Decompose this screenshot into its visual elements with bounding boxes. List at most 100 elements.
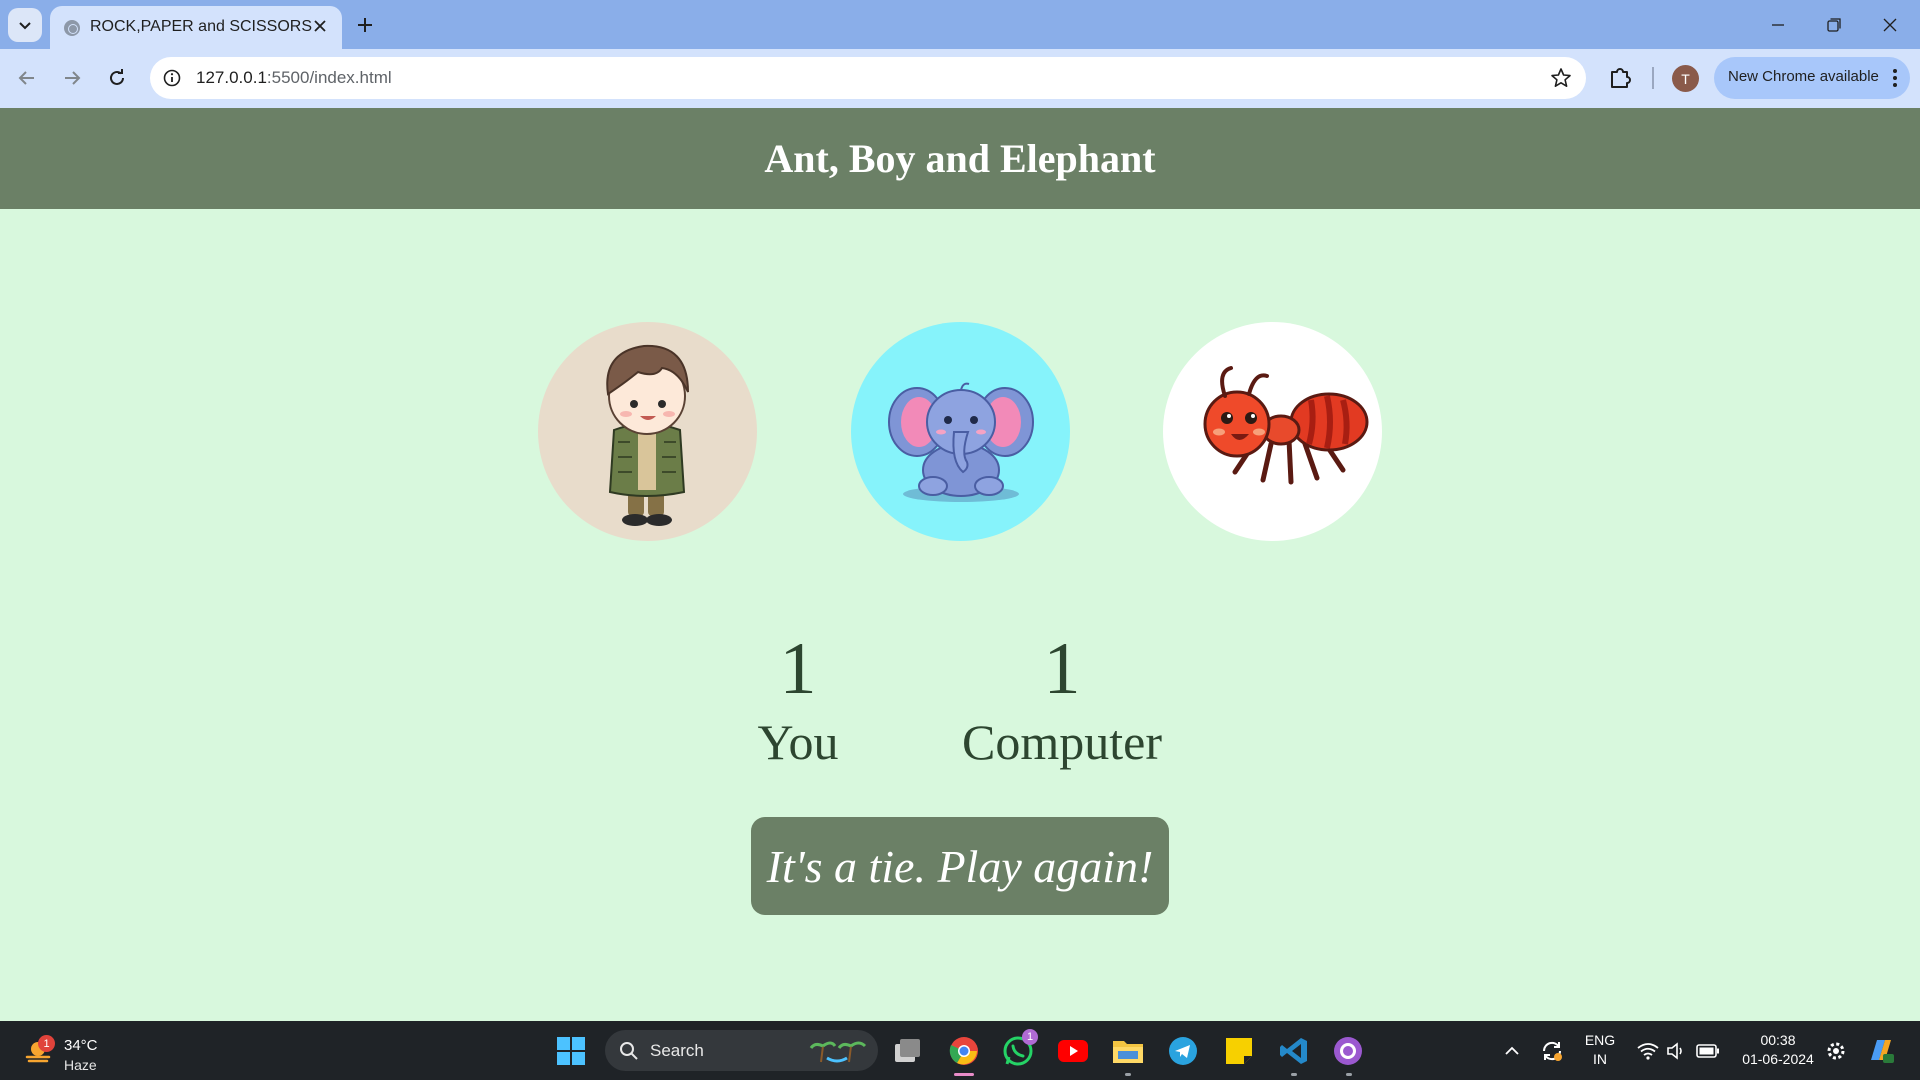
- clock[interactable]: 00:38 01-06-2024: [1736, 1031, 1820, 1069]
- task-view-button[interactable]: [892, 1035, 924, 1067]
- forward-button[interactable]: [55, 61, 89, 95]
- taskbar: 1 34°C Haze Search 1 ENG IN 00:38 01-06-…: [0, 1021, 1920, 1080]
- weather-badge: 1: [38, 1035, 55, 1052]
- language-indicator[interactable]: ENG IN: [1580, 1031, 1620, 1069]
- back-button[interactable]: [10, 61, 44, 95]
- chrome-taskbar-button[interactable]: [948, 1035, 980, 1067]
- copilot-button[interactable]: [1864, 1035, 1896, 1067]
- reload-button[interactable]: [100, 61, 134, 95]
- browser-tab-bar: ROCK,PAPER and SCISSORS: [0, 0, 1920, 49]
- explorer-running-indicator: [1125, 1073, 1131, 1076]
- show-hidden-icons-button[interactable]: [1496, 1035, 1528, 1067]
- close-window-button[interactable]: [1862, 0, 1918, 49]
- palm-trees-icon: [809, 1041, 867, 1063]
- tab-close-button[interactable]: [310, 16, 330, 36]
- windows-logo-icon: [557, 1037, 585, 1065]
- github-running-indicator: [1346, 1073, 1352, 1076]
- battery-tray-button[interactable]: [1692, 1035, 1724, 1067]
- elephant-illustration: [888, 382, 1034, 502]
- arrow-right-icon: [65, 71, 81, 85]
- settings-tray-button[interactable]: [1820, 1035, 1852, 1067]
- url-path: :5500/index.html: [266, 68, 392, 87]
- vscode-icon: [1280, 1038, 1307, 1064]
- computer-score: 1: [1043, 628, 1081, 710]
- new-tab-button[interactable]: [352, 12, 378, 38]
- sync-tray-button[interactable]: [1536, 1035, 1568, 1067]
- arrow-left-icon: [18, 71, 34, 85]
- sticky-notes-taskbar-button[interactable]: [1223, 1035, 1255, 1067]
- folder-icon: [1113, 1041, 1143, 1063]
- page-title: Ant, Boy and Elephant: [764, 136, 1156, 181]
- plus-icon: [358, 18, 372, 32]
- youtube-icon: [1058, 1040, 1088, 1062]
- tab-search-button[interactable]: [8, 8, 42, 42]
- weather-temperature: 34°C: [64, 1037, 98, 1054]
- weather-widget[interactable]: 1 34°C Haze: [20, 1029, 110, 1073]
- choice-elephant[interactable]: [851, 322, 1070, 541]
- taskbar-search[interactable]: Search: [605, 1030, 878, 1071]
- vscode-taskbar-button[interactable]: [1278, 1035, 1310, 1067]
- boy-illustration: [606, 344, 689, 526]
- whatsapp-taskbar-button[interactable]: 1: [1002, 1029, 1038, 1067]
- user-score: 1: [779, 628, 817, 710]
- minimize-button[interactable]: [1750, 0, 1806, 49]
- chevron-down-icon: [19, 22, 31, 30]
- restore-button[interactable]: [1806, 0, 1862, 49]
- user-score-label: You: [757, 714, 839, 770]
- clock-date: 01-06-2024: [1742, 1051, 1814, 1067]
- sync-icon: [1542, 1041, 1562, 1061]
- browser-tab[interactable]: ROCK,PAPER and SCISSORS: [50, 6, 342, 49]
- choice-boy[interactable]: [538, 322, 757, 541]
- browser-toolbar: 127.0.0.1:5500/index.html T New Chrome a…: [0, 49, 1920, 108]
- ant-illustration: [1203, 366, 1369, 485]
- url-text: 127.0.0.1:5500/index.html: [196, 68, 392, 88]
- tab-title: ROCK,PAPER and SCISSORS: [90, 18, 312, 35]
- gear-icon: [1827, 1042, 1845, 1060]
- vscode-running-indicator: [1291, 1073, 1297, 1076]
- task-view-icon: [895, 1039, 920, 1062]
- chrome-icon: [949, 1037, 978, 1065]
- volume-tray-button[interactable]: [1660, 1035, 1692, 1067]
- more-vert-icon: [1893, 69, 1897, 87]
- battery-icon: [1696, 1044, 1719, 1058]
- reload-icon: [110, 69, 124, 85]
- update-chrome-label: New Chrome available: [1728, 68, 1879, 85]
- speaker-icon: [1667, 1042, 1682, 1060]
- github-icon: [1334, 1037, 1362, 1065]
- url-host: 127.0.0.1: [196, 68, 267, 87]
- whatsapp-badge: 1: [1022, 1029, 1038, 1045]
- github-desktop-taskbar-button[interactable]: [1332, 1035, 1364, 1067]
- result-message-text: It's a tie. Play again!: [766, 840, 1154, 892]
- chevron-up-icon: [1505, 1046, 1519, 1055]
- site-info-icon[interactable]: [162, 68, 182, 88]
- restore-icon: [1827, 17, 1841, 32]
- profile-avatar[interactable]: T: [1672, 65, 1699, 92]
- region-code: IN: [1593, 1051, 1607, 1067]
- bookmark-star-icon[interactable]: [1550, 67, 1572, 89]
- choice-ant[interactable]: [1163, 322, 1382, 541]
- telegram-taskbar-button[interactable]: [1167, 1035, 1199, 1067]
- search-icon: [620, 1042, 638, 1060]
- toolbar-divider: [1652, 67, 1654, 89]
- taskbar-search-label: Search: [650, 1041, 704, 1060]
- start-button[interactable]: [555, 1035, 587, 1067]
- sticky-notes-icon: [1226, 1038, 1252, 1064]
- close-icon: [1883, 18, 1897, 31]
- extensions-icon[interactable]: [1606, 64, 1634, 92]
- address-bar[interactable]: 127.0.0.1:5500/index.html: [150, 57, 1586, 99]
- youtube-taskbar-button[interactable]: [1057, 1035, 1089, 1067]
- minimize-icon: [1772, 23, 1784, 26]
- close-icon: [314, 20, 326, 32]
- page-header: Ant, Boy and Elephant: [0, 108, 1920, 209]
- copilot-icon: [1871, 1040, 1894, 1063]
- user-score-block: 1 You: [738, 632, 858, 770]
- computer-score-block: 1 Computer: [952, 632, 1172, 770]
- file-explorer-taskbar-button[interactable]: [1112, 1035, 1144, 1067]
- clock-time: 00:38: [1760, 1032, 1796, 1048]
- globe-icon: [64, 20, 80, 36]
- chrome-active-indicator: [954, 1073, 974, 1076]
- result-message: It's a tie. Play again!: [751, 817, 1169, 915]
- update-chrome-button[interactable]: New Chrome available: [1714, 57, 1910, 99]
- computer-score-label: Computer: [962, 714, 1162, 770]
- wifi-icon: [1637, 1043, 1659, 1060]
